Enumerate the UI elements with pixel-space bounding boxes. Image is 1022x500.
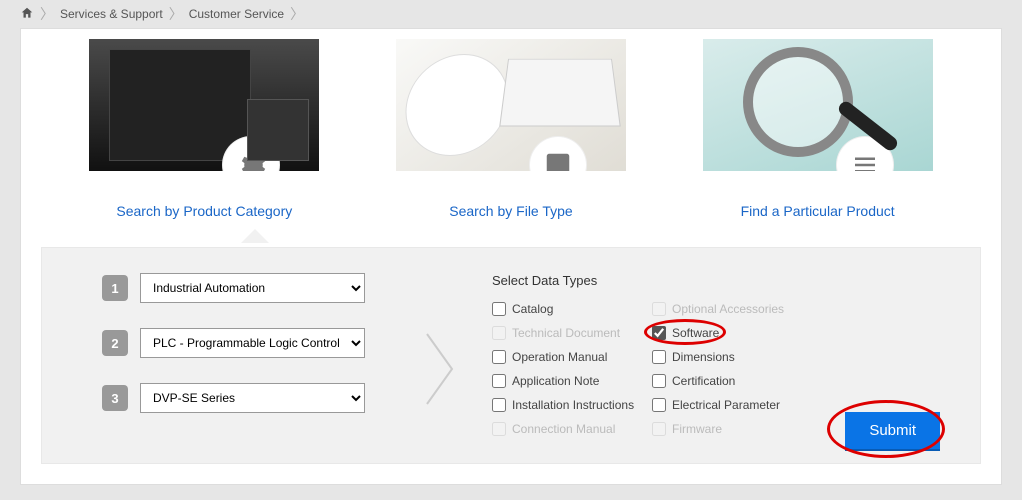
checkbox-application-note[interactable]: Application Note — [492, 374, 652, 388]
breadcrumb: 〉 Services & Support 〉 Customer Service … — [0, 0, 1022, 28]
checkbox-installation-instructions[interactable]: Installation Instructions — [492, 398, 652, 412]
step-number-1: 1 — [102, 275, 128, 301]
checkbox-connection-manual: Connection Manual — [492, 422, 652, 436]
filter-form: 1 Industrial Automation 2 PLC - Programm… — [41, 247, 981, 464]
chevron-right-icon — [422, 329, 462, 412]
data-types-heading: Select Data Types — [492, 273, 950, 288]
card-title: Find a Particular Product — [741, 203, 895, 219]
breadcrumb-link-services[interactable]: Services & Support — [60, 7, 163, 21]
checkbox-technical-document: Technical Document — [492, 326, 652, 340]
card-title: Search by Product Category — [116, 203, 292, 219]
checkbox-input[interactable] — [492, 302, 506, 316]
checkbox-optional-accessories: Optional Accessories — [652, 302, 812, 316]
checkbox-certification[interactable]: Certification — [652, 374, 812, 388]
checkbox-input — [492, 326, 506, 340]
checkbox-dimensions[interactable]: Dimensions — [652, 350, 812, 364]
active-card-indicator — [21, 229, 1001, 247]
card-file-type[interactable]: Search by File Type — [396, 39, 626, 219]
card-image-files — [396, 39, 626, 171]
select-step-1[interactable]: Industrial Automation — [140, 273, 365, 303]
home-icon[interactable] — [20, 6, 34, 23]
checkbox-catalog[interactable]: Catalog — [492, 302, 652, 316]
card-image-find — [703, 39, 933, 171]
checkbox-input — [652, 422, 666, 436]
gear-icon — [223, 137, 279, 171]
checkbox-input — [492, 422, 506, 436]
checkbox-electrical-parameter[interactable]: Electrical Parameter — [652, 398, 812, 412]
search-mode-cards: Search by Product Category Search by Fil… — [21, 29, 1001, 219]
step-number-3: 3 — [102, 385, 128, 411]
checkbox-input[interactable] — [652, 350, 666, 364]
checkbox-input[interactable] — [652, 398, 666, 412]
checkbox-input[interactable] — [652, 374, 666, 388]
submit-button[interactable]: Submit — [845, 412, 940, 449]
checkbox-input — [652, 302, 666, 316]
breadcrumb-link-customer-service[interactable]: Customer Service — [189, 7, 284, 21]
step-number-2: 2 — [102, 330, 128, 356]
checkbox-firmware: Firmware — [652, 422, 812, 436]
checkbox-input[interactable] — [492, 350, 506, 364]
document-icon — [530, 137, 586, 171]
card-image-products — [89, 39, 319, 171]
card-find-product[interactable]: Find a Particular Product — [703, 39, 933, 219]
checkbox-input[interactable] — [652, 326, 666, 340]
card-product-category[interactable]: Search by Product Category — [89, 39, 319, 219]
select-step-2[interactable]: PLC - Programmable Logic Control — [140, 328, 365, 358]
main-panel: Search by Product Category Search by Fil… — [20, 28, 1002, 485]
checkbox-input[interactable] — [492, 374, 506, 388]
list-icon — [837, 137, 893, 171]
select-step-3[interactable]: DVP-SE Series — [140, 383, 365, 413]
checkbox-software[interactable]: Software — [652, 326, 812, 340]
checkbox-input[interactable] — [492, 398, 506, 412]
step-selectors: 1 Industrial Automation 2 PLC - Programm… — [102, 273, 392, 438]
checkbox-operation-manual[interactable]: Operation Manual — [492, 350, 652, 364]
card-title: Search by File Type — [449, 203, 572, 219]
